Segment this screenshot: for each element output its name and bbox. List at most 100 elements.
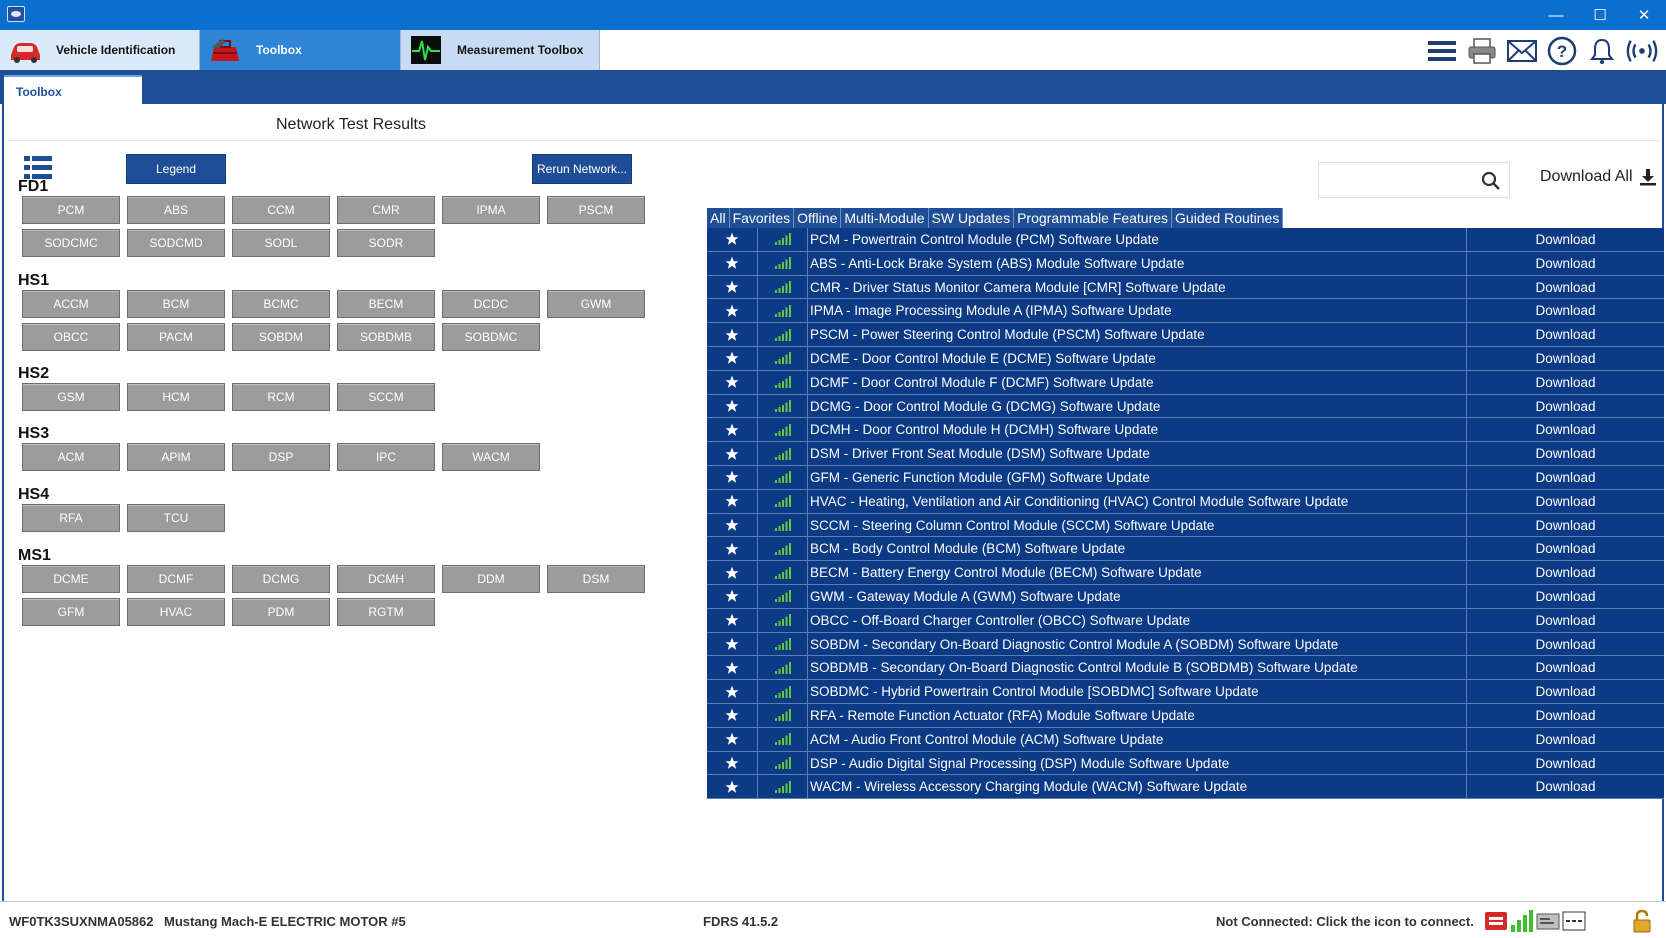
table-row[interactable]: BECM - Battery Energy Control Module (BE…: [707, 561, 1664, 585]
download-all-button[interactable]: Download All: [1540, 168, 1657, 186]
filter-tab-multi-module[interactable]: Multi-Module: [841, 208, 929, 228]
table-row[interactable]: DCMF - Door Control Module F (DCMF) Soft…: [707, 370, 1664, 395]
table-row[interactable]: WACM - Wireless Accessory Charging Modul…: [707, 775, 1664, 800]
tab-vehicle-identification[interactable]: Vehicle Identification: [0, 30, 200, 70]
module-button-bcmc[interactable]: BCMC: [232, 290, 330, 318]
bell-icon[interactable]: [1586, 35, 1618, 67]
table-row[interactable]: DCMG - Door Control Module G (DCMG) Soft…: [707, 394, 1664, 419]
download-link[interactable]: Download: [1467, 347, 1664, 370]
module-button-pcm[interactable]: PCM: [22, 196, 120, 224]
download-link[interactable]: Download: [1467, 323, 1664, 346]
module-button-obcc[interactable]: OBCC: [22, 323, 120, 351]
download-link[interactable]: Download: [1467, 656, 1664, 679]
module-button-apim[interactable]: APIM: [127, 443, 225, 471]
minimize-button[interactable]: —: [1534, 0, 1578, 30]
module-button-becm[interactable]: BECM: [337, 290, 435, 318]
favorite-star-icon[interactable]: [707, 584, 758, 608]
module-button-pdm[interactable]: PDM: [232, 598, 330, 626]
module-button-pacm[interactable]: PACM: [127, 323, 225, 351]
module-button-abs[interactable]: ABS: [127, 196, 225, 224]
filter-tab-guided-routines[interactable]: Guided Routines: [1172, 208, 1284, 228]
table-row[interactable]: GWM - Gateway Module A (GWM) Software Up…: [707, 584, 1664, 609]
favorite-star-icon[interactable]: [707, 537, 758, 561]
favorite-star-icon[interactable]: [707, 370, 758, 394]
download-link[interactable]: Download: [1467, 514, 1664, 537]
favorite-star-icon[interactable]: [707, 228, 758, 251]
module-button-rgtm[interactable]: RGTM: [337, 598, 435, 626]
filter-tab-all[interactable]: All: [707, 208, 730, 228]
vci-red-icon[interactable]: [1484, 909, 1508, 933]
module-button-rcm[interactable]: RCM: [232, 383, 330, 411]
favorite-star-icon[interactable]: [707, 442, 758, 465]
table-row[interactable]: SOBDM - Secondary On-Board Diagnostic Co…: [707, 632, 1664, 657]
table-row[interactable]: DCMH - Door Control Module H (DCMH) Soft…: [707, 418, 1664, 443]
download-link[interactable]: Download: [1467, 752, 1664, 775]
favorite-star-icon[interactable]: [707, 489, 758, 513]
download-link[interactable]: Download: [1467, 609, 1664, 632]
download-link[interactable]: Download: [1467, 537, 1664, 560]
maximize-button[interactable]: ☐: [1578, 0, 1622, 30]
module-button-dsm[interactable]: DSM: [547, 565, 645, 593]
dashes-icon[interactable]: [1562, 909, 1586, 933]
table-row[interactable]: RFA - Remote Function Actuator (RFA) Mod…: [707, 703, 1664, 728]
module-button-ddm[interactable]: DDM: [442, 565, 540, 593]
lock-icon[interactable]: [1630, 909, 1654, 933]
table-row[interactable]: SCCM - Steering Column Control Module (S…: [707, 513, 1664, 538]
table-row[interactable]: DCME - Door Control Module E (DCME) Soft…: [707, 346, 1664, 371]
download-link[interactable]: Download: [1467, 728, 1664, 751]
favorite-star-icon[interactable]: [707, 680, 758, 703]
module-button-gwm[interactable]: GWM: [547, 290, 645, 318]
favorite-star-icon[interactable]: [707, 608, 758, 632]
download-link[interactable]: Download: [1467, 561, 1664, 584]
favorite-star-icon[interactable]: [707, 513, 758, 537]
table-row[interactable]: SOBDMC - Hybrid Powertrain Control Modul…: [707, 680, 1664, 704]
list-view-icon[interactable]: [24, 156, 52, 180]
download-link[interactable]: Download: [1467, 466, 1664, 489]
network-card-icon[interactable]: [1536, 909, 1560, 933]
module-button-sodcmc[interactable]: SODCMC: [22, 229, 120, 257]
download-link[interactable]: Download: [1467, 252, 1664, 275]
table-row[interactable]: ABS - Anti-Lock Brake System (ABS) Modul…: [707, 251, 1664, 276]
module-button-sobdmb[interactable]: SOBDMB: [337, 323, 435, 351]
module-button-dsp[interactable]: DSP: [232, 443, 330, 471]
module-button-ipc[interactable]: IPC: [337, 443, 435, 471]
download-link[interactable]: Download: [1467, 418, 1664, 441]
module-button-gfm[interactable]: GFM: [22, 598, 120, 626]
table-row[interactable]: HVAC - Heating, Ventilation and Air Cond…: [707, 489, 1664, 514]
favorite-star-icon[interactable]: [707, 299, 758, 323]
favorite-star-icon[interactable]: [707, 251, 758, 275]
favorite-star-icon[interactable]: [707, 323, 758, 346]
table-row[interactable]: PSCM - Power Steering Control Module (PS…: [707, 323, 1664, 347]
module-button-pscm[interactable]: PSCM: [547, 196, 645, 224]
module-button-ipma[interactable]: IPMA: [442, 196, 540, 224]
module-button-rfa[interactable]: RFA: [22, 504, 120, 532]
module-button-sccm[interactable]: SCCM: [337, 383, 435, 411]
download-link[interactable]: Download: [1467, 395, 1664, 418]
module-button-acm[interactable]: ACM: [22, 443, 120, 471]
module-button-hvac[interactable]: HVAC: [127, 598, 225, 626]
filter-tab-favorites[interactable]: Favorites: [730, 208, 795, 228]
table-row[interactable]: GFM - Generic Function Module (GFM) Soft…: [707, 465, 1664, 490]
module-button-sobdm[interactable]: SOBDM: [232, 323, 330, 351]
favorite-star-icon[interactable]: [707, 465, 758, 489]
module-button-sodcmd[interactable]: SODCMD: [127, 229, 225, 257]
help-icon[interactable]: ?: [1546, 35, 1578, 67]
module-button-dcmh[interactable]: DCMH: [337, 565, 435, 593]
download-link[interactable]: Download: [1467, 276, 1664, 299]
search-icon[interactable]: [1481, 171, 1501, 191]
download-link[interactable]: Download: [1467, 228, 1664, 251]
favorite-star-icon[interactable]: [707, 751, 758, 775]
module-button-dcmg[interactable]: DCMG: [232, 565, 330, 593]
download-link[interactable]: Download: [1467, 490, 1664, 513]
favorite-star-icon[interactable]: [707, 656, 758, 680]
table-row[interactable]: OBCC - Off-Board Charger Controller (OBC…: [707, 608, 1664, 633]
module-button-tcu[interactable]: TCU: [127, 504, 225, 532]
module-button-wacm[interactable]: WACM: [442, 443, 540, 471]
favorite-star-icon[interactable]: [707, 703, 758, 727]
filter-tab-offline[interactable]: Offline: [794, 208, 842, 228]
favorite-star-icon[interactable]: [707, 346, 758, 370]
module-button-sodl[interactable]: SODL: [232, 229, 330, 257]
download-link[interactable]: Download: [1467, 704, 1664, 727]
close-button[interactable]: ✕: [1622, 0, 1666, 30]
download-link[interactable]: Download: [1467, 633, 1664, 656]
